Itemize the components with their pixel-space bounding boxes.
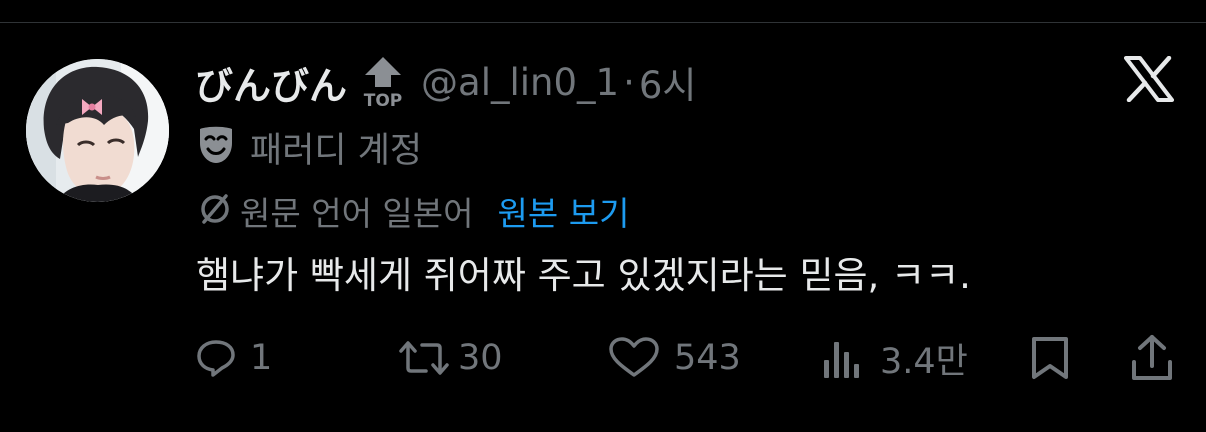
- translation-row: 원문 언어 일본어 원본 보기: [198, 186, 629, 236]
- separator-dot: ·: [623, 60, 635, 104]
- like-count: 543: [674, 338, 741, 378]
- views-count: 3.4만: [880, 341, 968, 382]
- mask-icon: [198, 125, 234, 169]
- author-handle[interactable]: @al_lin0_1: [421, 61, 619, 104]
- retweet-button[interactable]: 30: [398, 330, 503, 386]
- retweet-count: 30: [458, 338, 503, 378]
- parody-account-label: 패러디 계정: [250, 130, 423, 171]
- tweet-timestamp[interactable]: 6시: [639, 55, 697, 109]
- top-fan-badge-icon: TOP: [361, 55, 405, 109]
- reply-count: 1: [250, 338, 273, 378]
- no-translate-icon: [198, 192, 232, 230]
- reply-button[interactable]: 1: [196, 330, 272, 386]
- views-icon: [820, 336, 864, 380]
- views-button[interactable]: 3.4만: [820, 330, 968, 386]
- action-bar: 1 30 543 3.4만: [0, 330, 1206, 386]
- bookmark-button[interactable]: [1030, 330, 1070, 386]
- reply-icon: [196, 338, 236, 378]
- avatar-image: [26, 59, 169, 202]
- author-row: びんびん TOP @al_lin0_1 · 6시: [195, 52, 696, 112]
- share-button[interactable]: [1130, 330, 1174, 386]
- bookmark-icon: [1030, 335, 1070, 381]
- author-display-name[interactable]: びんびん: [195, 55, 347, 110]
- heart-icon: [608, 337, 660, 379]
- view-original-link[interactable]: 원본 보기: [498, 187, 630, 235]
- like-button[interactable]: 543: [608, 330, 741, 386]
- top-divider: [0, 22, 1206, 23]
- share-icon: [1130, 334, 1174, 382]
- top-badge-label: TOP: [364, 91, 403, 109]
- x-logo-icon[interactable]: [1124, 55, 1174, 103]
- tweet-text: 햄냐가 빡세게 쥐어짜 주고 있겠지라는 믿음, ㅋㅋ.: [196, 254, 971, 297]
- parody-account-row: 패러디 계정: [198, 122, 422, 172]
- avatar[interactable]: [26, 59, 169, 202]
- source-language-label: 원문 언어 일본어: [240, 194, 474, 233]
- retweet-icon: [398, 338, 450, 378]
